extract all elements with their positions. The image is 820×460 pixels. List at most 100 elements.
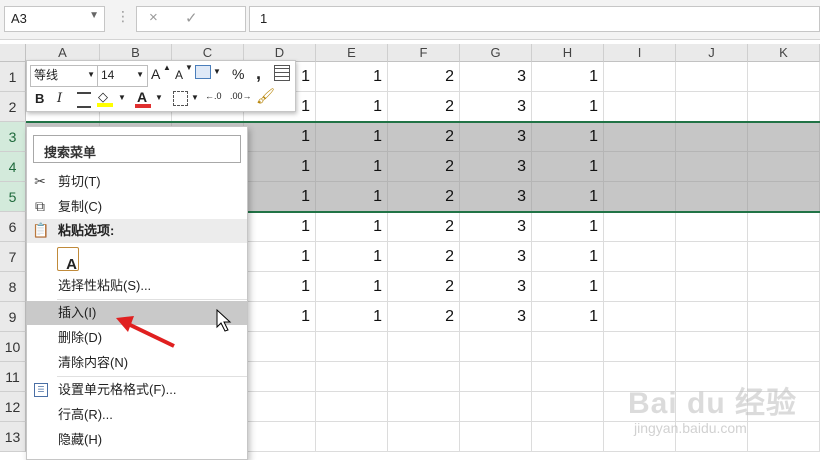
cell-f5[interactable]: 2 bbox=[388, 182, 460, 212]
cell-e7[interactable]: 1 bbox=[316, 242, 388, 272]
cell-j10[interactable] bbox=[676, 332, 748, 362]
menu-item-hide[interactable]: 隐藏(H) bbox=[27, 428, 247, 452]
search-menu-input[interactable]: 搜索菜单 bbox=[33, 135, 241, 163]
cell-g7[interactable]: 3 bbox=[460, 242, 532, 272]
column-header-h[interactable]: H bbox=[532, 44, 604, 62]
row-header-13[interactable]: 13 bbox=[0, 422, 26, 452]
cell-k5[interactable] bbox=[748, 182, 820, 212]
cell-f3[interactable]: 2 bbox=[388, 122, 460, 152]
chevron-down-icon[interactable]: ▼ bbox=[155, 93, 163, 102]
row-header-1[interactable]: 1 bbox=[0, 62, 26, 92]
font-size-select[interactable]: 14 ▼ bbox=[97, 65, 148, 87]
italic-button[interactable]: I bbox=[57, 91, 62, 106]
row-header-7[interactable]: 7 bbox=[0, 242, 26, 272]
cell-h8[interactable]: 1 bbox=[532, 272, 604, 302]
cell-f8[interactable]: 2 bbox=[388, 272, 460, 302]
cell-h13[interactable] bbox=[532, 422, 604, 452]
row-header-6[interactable]: 6 bbox=[0, 212, 26, 242]
cell-d9[interactable]: 1 bbox=[244, 302, 316, 332]
cell-g10[interactable] bbox=[460, 332, 532, 362]
cell-f13[interactable] bbox=[388, 422, 460, 452]
column-header-j[interactable]: J bbox=[676, 44, 748, 62]
cell-j3[interactable] bbox=[676, 122, 748, 152]
cell-f11[interactable] bbox=[388, 362, 460, 392]
row-header-2[interactable]: 2 bbox=[0, 92, 26, 122]
cell-f7[interactable]: 2 bbox=[388, 242, 460, 272]
menu-item-clear-contents[interactable]: 清除内容(N) bbox=[27, 351, 247, 375]
cell-j7[interactable] bbox=[676, 242, 748, 272]
cell-h5[interactable]: 1 bbox=[532, 182, 604, 212]
cell-i10[interactable] bbox=[604, 332, 676, 362]
cell-f6[interactable]: 2 bbox=[388, 212, 460, 242]
comma-style-icon[interactable]: , bbox=[256, 63, 261, 84]
cell-h1[interactable]: 1 bbox=[532, 62, 604, 92]
font-color-icon[interactable]: A bbox=[137, 89, 147, 105]
cell-e11[interactable] bbox=[316, 362, 388, 392]
cell-i3[interactable] bbox=[604, 122, 676, 152]
menu-item-cut[interactable]: ✂ 剪切(T) bbox=[27, 170, 247, 194]
cell-j4[interactable] bbox=[676, 152, 748, 182]
cell-h9[interactable]: 1 bbox=[532, 302, 604, 332]
menu-item-paste-special[interactable]: 选择性粘贴(S)... bbox=[27, 274, 247, 298]
cell-k13[interactable] bbox=[748, 422, 820, 452]
cell-k9[interactable] bbox=[748, 302, 820, 332]
row-header-10[interactable]: 10 bbox=[0, 332, 26, 362]
increase-decimal-icon[interactable]: ←.0 bbox=[205, 91, 222, 101]
cell-g3[interactable]: 3 bbox=[460, 122, 532, 152]
cell-d12[interactable] bbox=[244, 392, 316, 422]
align-center-icon[interactable] bbox=[77, 92, 91, 108]
cell-h4[interactable]: 1 bbox=[532, 152, 604, 182]
cell-e10[interactable] bbox=[316, 332, 388, 362]
cell-d7[interactable]: 1 bbox=[244, 242, 316, 272]
cell-d11[interactable] bbox=[244, 362, 316, 392]
cell-e4[interactable]: 1 bbox=[316, 152, 388, 182]
column-header-i[interactable]: I bbox=[604, 44, 676, 62]
row-header-3[interactable]: 3 bbox=[0, 122, 26, 152]
cell-f1[interactable]: 2 bbox=[388, 62, 460, 92]
cell-f9[interactable]: 2 bbox=[388, 302, 460, 332]
cell-g13[interactable] bbox=[460, 422, 532, 452]
decrease-decimal-icon[interactable]: .00→ bbox=[230, 91, 252, 101]
bold-button[interactable]: B bbox=[35, 91, 44, 106]
chevron-down-icon[interactable]: ▼ bbox=[118, 93, 126, 102]
cell-d6[interactable]: 1 bbox=[244, 212, 316, 242]
cell-h11[interactable] bbox=[532, 362, 604, 392]
column-header-g[interactable]: G bbox=[460, 44, 532, 62]
cell-k1[interactable] bbox=[748, 62, 820, 92]
name-box[interactable]: A3 ▼ bbox=[4, 6, 105, 32]
cell-k8[interactable] bbox=[748, 272, 820, 302]
cell-e2[interactable]: 1 bbox=[316, 92, 388, 122]
grow-font-icon[interactable]: A bbox=[151, 66, 160, 82]
menu-item-row-height[interactable]: 行高(R)... bbox=[27, 403, 247, 427]
shrink-font-icon[interactable]: A bbox=[175, 68, 183, 82]
cell-e5[interactable]: 1 bbox=[316, 182, 388, 212]
cell-j1[interactable] bbox=[676, 62, 748, 92]
cell-k7[interactable] bbox=[748, 242, 820, 272]
cell-h6[interactable]: 1 bbox=[532, 212, 604, 242]
number-format-icon[interactable] bbox=[195, 65, 211, 79]
cell-i2[interactable] bbox=[604, 92, 676, 122]
cell-d8[interactable]: 1 bbox=[244, 272, 316, 302]
cell-e13[interactable] bbox=[316, 422, 388, 452]
cell-e6[interactable]: 1 bbox=[316, 212, 388, 242]
cell-e8[interactable]: 1 bbox=[316, 272, 388, 302]
menu-item-copy[interactable]: ⧉ 复制(C) bbox=[27, 195, 247, 219]
row-header-12[interactable]: 12 bbox=[0, 392, 26, 422]
cell-g12[interactable] bbox=[460, 392, 532, 422]
borders-icon[interactable] bbox=[173, 91, 188, 106]
cell-h7[interactable]: 1 bbox=[532, 242, 604, 272]
cell-k4[interactable] bbox=[748, 152, 820, 182]
cell-f12[interactable] bbox=[388, 392, 460, 422]
cell-e3[interactable]: 1 bbox=[316, 122, 388, 152]
row-header-8[interactable]: 8 bbox=[0, 272, 26, 302]
cell-d13[interactable] bbox=[244, 422, 316, 452]
cell-e9[interactable]: 1 bbox=[316, 302, 388, 332]
menu-item-format-cells[interactable]: ☰ 设置单元格格式(F)... bbox=[27, 378, 247, 402]
column-header-f[interactable]: F bbox=[388, 44, 460, 62]
cell-g5[interactable]: 3 bbox=[460, 182, 532, 212]
chevron-down-icon[interactable]: ▼ bbox=[213, 67, 221, 76]
cell-g9[interactable]: 3 bbox=[460, 302, 532, 332]
column-header-k[interactable]: K bbox=[748, 44, 820, 62]
fill-color-icon[interactable]: ◇ bbox=[98, 89, 112, 104]
cell-g1[interactable]: 3 bbox=[460, 62, 532, 92]
